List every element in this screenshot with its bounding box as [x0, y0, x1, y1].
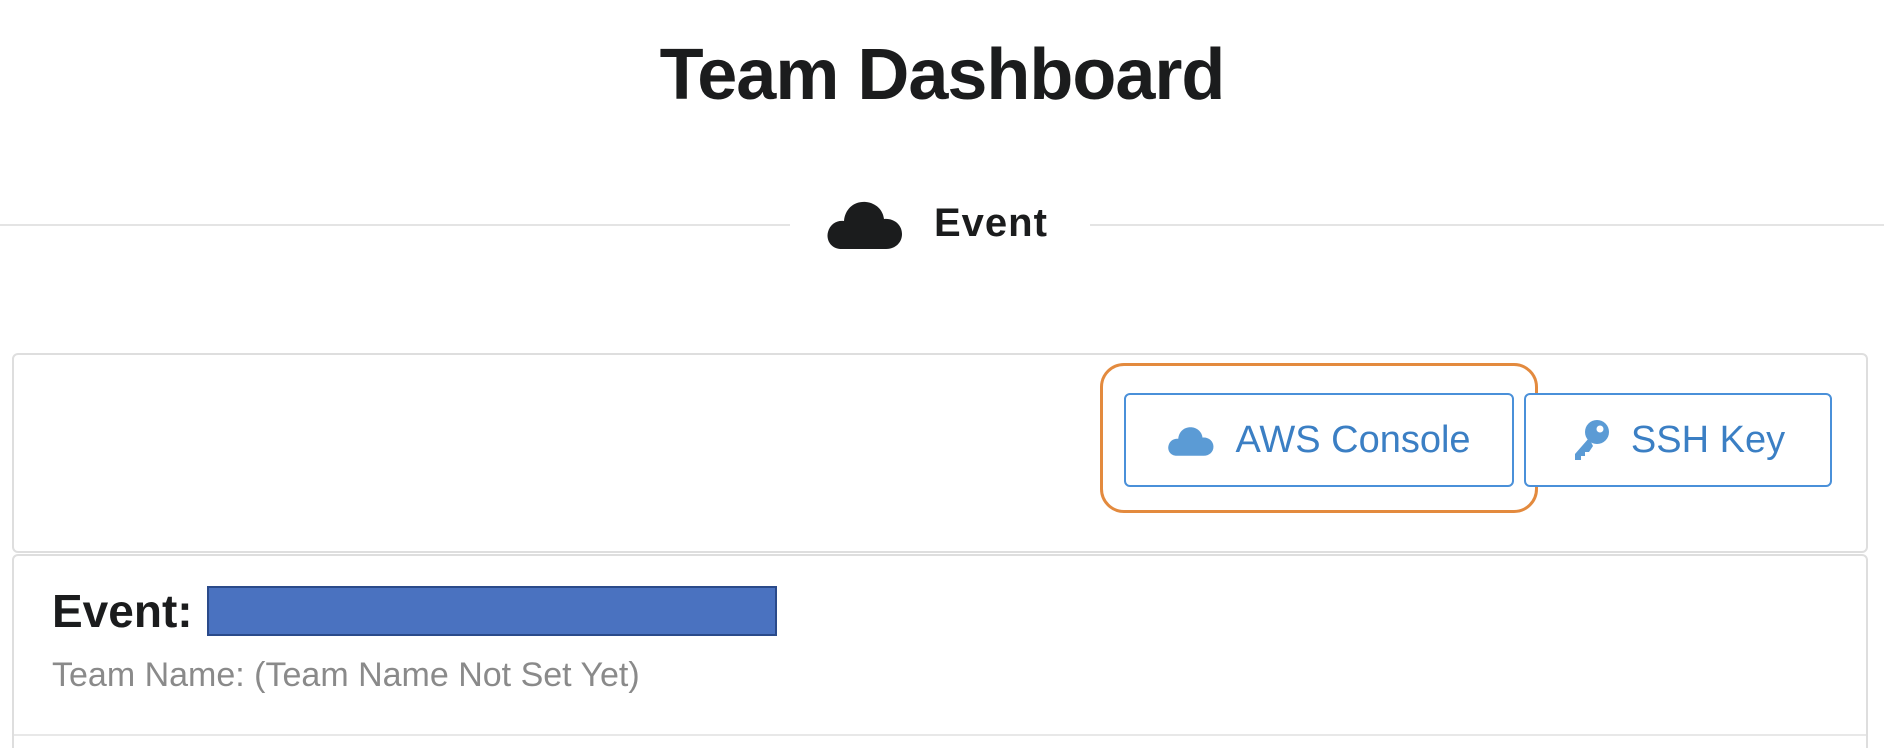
- aws-console-label: AWS Console: [1235, 418, 1471, 461]
- section-divider-line-right: [1090, 224, 1884, 226]
- actions-card: AWS Console SSH Key: [12, 353, 1868, 553]
- page-title: Team Dashboard: [659, 35, 1226, 115]
- team-dashboard-page: Team Dashboard Event AWS Console SSH Key…: [0, 0, 1884, 748]
- event-label: Event:: [52, 585, 193, 637]
- aws-console-button[interactable]: AWS Console: [1124, 393, 1514, 487]
- section-divider-label: Event: [934, 200, 1048, 245]
- section-divider-line-left: [0, 224, 790, 226]
- ssh-key-button[interactable]: SSH Key: [1524, 393, 1832, 487]
- cloud-icon: [826, 195, 904, 251]
- event-card-divider: [14, 734, 1866, 736]
- section-divider: Event: [826, 192, 1048, 254]
- event-name-redacted: [206, 586, 777, 636]
- event-card: Event: Team Name: (Team Name Not Set Yet…: [12, 554, 1868, 748]
- cloud-icon: [1167, 423, 1215, 457]
- key-icon: [1571, 418, 1611, 462]
- team-name-text: Team Name: (Team Name Not Set Yet): [52, 656, 640, 694]
- event-heading: Event:: [52, 584, 777, 638]
- ssh-key-label: SSH Key: [1630, 418, 1786, 461]
